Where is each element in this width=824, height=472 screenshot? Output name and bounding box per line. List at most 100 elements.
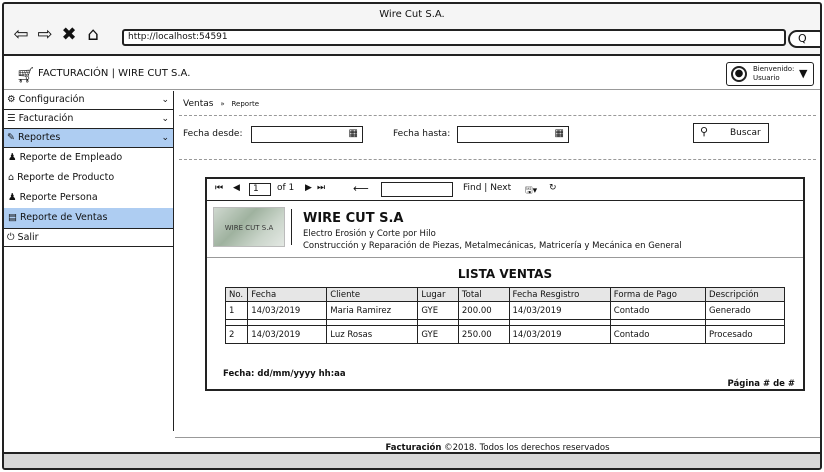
gears-icon: ⚙: [7, 94, 16, 105]
sidebar-subitem-label: Reporte de Producto: [17, 172, 115, 183]
table-cell: Generado: [704, 301, 786, 320]
sidebar-subitem-reporte-producto[interactable]: ⌂ Reporte de Producto: [4, 168, 173, 188]
search-button-label: Buscar: [730, 128, 761, 138]
table-cell: 14/03/2019: [247, 325, 328, 344]
browser-chrome: Wire Cut S.A. ⇦ ⇨ ✖ ⌂ http://localhost:5…: [4, 4, 820, 56]
user-greeting-line2: Usuario: [753, 74, 780, 82]
report-date-footer: Fecha: dd/mm/yyyy hh:aa: [223, 369, 346, 379]
company-name: WIRE CUT S.A: [303, 211, 404, 226]
app-title: FACTURACIÓN | WIRE CUT S.A.: [38, 68, 191, 79]
breadcrumb-current: Reporte: [231, 100, 259, 108]
logo-divider: [291, 209, 292, 245]
user-greeting-line1: Bienvenido:: [753, 65, 795, 73]
table-cell: 14/03/2019: [508, 325, 611, 344]
back-arrow-icon[interactable]: ⟵: [353, 182, 369, 195]
report-page-footer: Página # de #: [727, 379, 796, 389]
table-row: 2 14/03/2019 Luz Rosas GYE 250.00 14/03/…: [224, 325, 786, 344]
calendar-icon[interactable]: ▦: [349, 128, 358, 139]
warehouse-icon: ⌂: [8, 172, 15, 183]
home-icon[interactable]: ⌂: [84, 26, 102, 44]
window-title: Wire Cut S.A.: [379, 9, 445, 20]
table-cell: 200.00: [457, 301, 510, 320]
sidebar-item-configuracion[interactable]: ⚙ Configuración ⌄: [4, 91, 173, 110]
user-menu[interactable]: ● Bienvenido: Usuario ▼: [726, 62, 814, 86]
chevron-down-icon: ⌄: [161, 114, 169, 124]
company-tagline-1: Electro Erosión y Corte por Hilo: [303, 229, 436, 239]
prev-page-icon[interactable]: ◀: [233, 183, 240, 193]
forward-arrow-icon[interactable]: ⇨: [36, 26, 54, 44]
edit-icon: ✎: [7, 132, 15, 143]
url-bar[interactable]: http://localhost:54591: [122, 29, 786, 46]
col-header: Cliente: [326, 287, 419, 302]
sidebar-item-label: Facturación: [18, 113, 74, 124]
sidebar: ⚙ Configuración ⌄ ☰ Facturación ⌄ ✎ Repo…: [4, 91, 174, 431]
calendar-icon[interactable]: ▦: [555, 128, 564, 139]
sidebar-item-reportes[interactable]: ✎ Reportes ⌄: [4, 129, 173, 148]
sidebar-subitem-reporte-persona[interactable]: ♟ Reporte Persona: [4, 188, 173, 208]
find-next-label[interactable]: Find | Next: [463, 183, 511, 193]
search-icon[interactable]: Q: [788, 30, 820, 48]
col-header: Descripción: [704, 287, 786, 302]
table-cell: 14/03/2019: [508, 301, 611, 320]
app-header: 🛒︎ FACTURACIÓN | WIRE CUT S.A. ● Bienven…: [4, 58, 820, 90]
user-icon: ♟: [8, 152, 17, 163]
page-number-input[interactable]: 1: [249, 183, 271, 196]
sidebar-item-label: Reportes: [18, 132, 61, 143]
table-row: 1 14/03/2019 Maria Ramirez GYE 200.00 14…: [224, 301, 786, 320]
col-header: Fecha Resgistro: [508, 287, 611, 302]
chevron-down-icon: ⌄: [161, 133, 169, 143]
sidebar-subitem-reporte-ventas[interactable]: ▤ Reporte de Ventas: [4, 208, 173, 228]
back-arrow-icon[interactable]: ⇦: [12, 26, 30, 44]
sidebar-subitem-label: Reporte de Ventas: [20, 212, 108, 223]
main-content: Ventas » Reporte Fecha desde: ▦ Fecha ha…: [175, 91, 820, 453]
sidebar-item-label: Configuración: [18, 94, 85, 105]
breadcrumb-root[interactable]: Ventas: [183, 99, 213, 109]
users-icon: ♟: [8, 192, 17, 203]
table-cell: Contado: [609, 301, 706, 320]
table-cell: 1: [224, 301, 249, 320]
date-from-input[interactable]: ▦: [251, 126, 363, 143]
company-tagline-2: Construcción y Reparación de Piezas, Met…: [303, 241, 682, 251]
status-bar: [4, 452, 820, 468]
company-logo: WIRE CUT S.A: [213, 207, 285, 247]
save-icon[interactable]: 🖫▾: [525, 183, 537, 199]
cart-icon: 🛒︎: [16, 66, 36, 84]
browser-window: Wire Cut S.A. ⇦ ⇨ ✖ ⌂ http://localhost:5…: [2, 2, 822, 470]
col-header: Fecha: [247, 287, 328, 302]
breadcrumb-separator: »: [220, 100, 225, 108]
breadcrumb: Ventas » Reporte: [183, 99, 259, 109]
last-page-icon[interactable]: ⏭: [317, 183, 325, 193]
sidebar-subitem-reporte-empleado[interactable]: ♟ Reporte de Empleado: [4, 148, 173, 168]
table-cell: Luz Rosas: [326, 325, 419, 344]
table-cell: 250.00: [457, 325, 510, 344]
table-cell: GYE: [417, 325, 459, 344]
col-header: Total: [457, 287, 510, 302]
first-page-icon[interactable]: ⏮: [215, 183, 223, 193]
user-greeting: Bienvenido: Usuario: [753, 65, 794, 83]
sidebar-item-label: Salir: [17, 232, 39, 243]
report-viewer: ⏮ ◀ 1 of 1 ▶ ⏭ ⟵ Find | Next 🖫▾ ↻ WIRE C…: [205, 177, 805, 391]
next-page-icon[interactable]: ▶: [305, 183, 312, 193]
sales-table: No. Fecha Cliente Lugar Total Fecha Resg…: [224, 287, 786, 344]
refresh-icon[interactable]: ↻: [549, 183, 557, 193]
caret-down-icon[interactable]: ▼: [799, 67, 807, 80]
table-cell: Contado: [609, 325, 706, 344]
close-icon[interactable]: ✖: [60, 26, 78, 44]
col-header: Lugar: [417, 287, 459, 302]
table-cell: 14/03/2019: [247, 301, 328, 320]
date-to-input[interactable]: ▦: [457, 126, 569, 143]
browser-nav: ⇦ ⇨ ✖ ⌂: [12, 26, 102, 44]
user-avatar-icon: ●: [731, 66, 747, 82]
col-header: Forma de Pago: [609, 287, 706, 302]
sidebar-item-facturacion[interactable]: ☰ Facturación ⌄: [4, 110, 173, 129]
search-button[interactable]: ⚲ Buscar: [693, 123, 769, 143]
report-toolbar: ⏮ ◀ 1 of 1 ▶ ⏭ ⟵ Find | Next 🖫▾ ↻: [207, 179, 803, 201]
report-title: LISTA VENTAS: [457, 267, 553, 281]
divider: [179, 115, 816, 116]
find-input[interactable]: [381, 182, 453, 197]
sidebar-item-salir[interactable]: ⏻ Salir: [4, 228, 173, 247]
list-icon: ☰: [7, 113, 16, 124]
chevron-down-icon: ⌄: [161, 95, 169, 105]
report-icon: ▤: [8, 212, 17, 223]
table-header-row: No. Fecha Cliente Lugar Total Fecha Resg…: [224, 287, 786, 302]
